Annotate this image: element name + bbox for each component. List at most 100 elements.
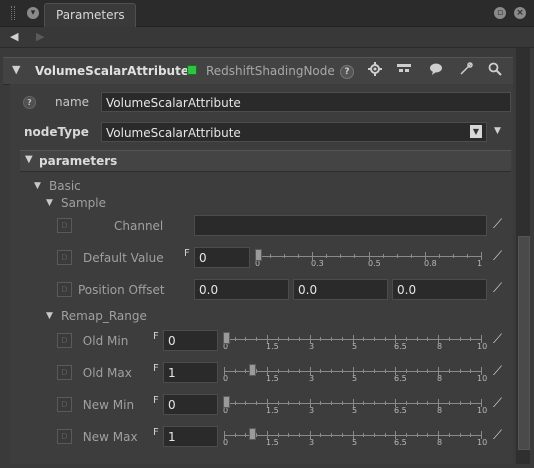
tab-label: Parameters bbox=[56, 8, 125, 22]
node-graph-icon[interactable] bbox=[395, 62, 413, 80]
parameters-section-header[interactable]: ▼ parameters bbox=[20, 150, 511, 172]
nodetype-menu-icon[interactable]: ▼ bbox=[494, 126, 501, 136]
default-value-slider-tick bbox=[284, 254, 285, 258]
old-max-slider-tick bbox=[342, 369, 343, 373]
new-min-slider-tick-label: 6.5 bbox=[394, 406, 407, 415]
new-min-slider-tick bbox=[470, 401, 471, 405]
old-max-link-icon[interactable]: ⟋ bbox=[493, 364, 502, 379]
new-max-link-icon[interactable]: ⟋ bbox=[493, 428, 502, 443]
dropdown-arrow-icon: ▼ bbox=[470, 125, 482, 138]
channel-driven-icon[interactable]: D bbox=[57, 218, 72, 233]
help-icon[interactable]: ? bbox=[340, 65, 354, 79]
node-header: ▼ VolumeScalarAttribute RedshiftShadingN… bbox=[3, 57, 513, 85]
panel-menu-icon[interactable]: ▾ bbox=[27, 7, 39, 19]
new-min-slider-tick bbox=[406, 401, 407, 405]
default-value-link-icon[interactable]: ⟋ bbox=[493, 249, 502, 264]
old-min-slider-handle[interactable] bbox=[223, 332, 230, 344]
collapse-node-icon[interactable]: ▼ bbox=[12, 63, 20, 76]
default-value-label: Default Value bbox=[83, 251, 164, 265]
position-offset-y-field[interactable]: 0.0 bbox=[293, 279, 388, 300]
name-field[interactable]: VolumeScalarAttribute bbox=[101, 92, 511, 112]
default-value-driven-icon[interactable]: D bbox=[57, 250, 72, 265]
old-max-driven-icon[interactable]: D bbox=[57, 365, 72, 380]
old-min-slider[interactable]: 0 1.5 3 5 6.5 8 10 bbox=[223, 331, 487, 353]
new-min-slider-tick bbox=[320, 401, 321, 405]
nodetype-dropdown[interactable]: VolumeScalarAttribute ▼ bbox=[101, 122, 487, 142]
new-max-key-icon[interactable]: F bbox=[153, 428, 159, 438]
new-min-driven-icon[interactable]: D bbox=[57, 397, 72, 412]
gear-icon[interactable] bbox=[366, 62, 384, 80]
new-max-slider[interactable]: 0 1.5 3 5 6.5 8 10 bbox=[223, 427, 487, 449]
search-icon[interactable] bbox=[486, 62, 504, 80]
default-value-slider-tick bbox=[270, 254, 271, 258]
float-panel-icon[interactable]: ▫ bbox=[494, 7, 506, 19]
sample-expand-icon[interactable]: ▼ bbox=[46, 198, 53, 208]
new-min-slider-tick bbox=[363, 401, 364, 405]
old-min-field[interactable]: 0 bbox=[163, 330, 218, 351]
new-max-slider-tick bbox=[406, 433, 407, 437]
position-offset-x-field[interactable]: 0.0 bbox=[194, 279, 289, 300]
name-help-icon[interactable]: ? bbox=[23, 96, 36, 109]
link-tool-icon[interactable] bbox=[457, 62, 475, 80]
new-min-slider-tick bbox=[342, 401, 343, 405]
old-max-slider-tick bbox=[278, 369, 279, 373]
name-label: name bbox=[55, 95, 90, 109]
parameters-section-title: parameters bbox=[39, 154, 118, 168]
old-max-key-icon[interactable]: F bbox=[153, 364, 159, 374]
panel-titlebar: ▾ Parameters ▫ × bbox=[0, 0, 534, 27]
default-value-slider[interactable]: 0 0.3 0.5 0.8 1 bbox=[255, 248, 482, 270]
position-offset-driven-icon[interactable]: D bbox=[57, 282, 72, 297]
new-min-field[interactable]: 0 bbox=[163, 394, 218, 415]
default-value-slider-tick bbox=[453, 254, 454, 258]
basic-expand-icon[interactable]: ▼ bbox=[34, 181, 41, 191]
scrollbar-thumb[interactable] bbox=[518, 236, 530, 450]
position-offset-link-icon[interactable]: ⟋ bbox=[493, 281, 502, 296]
default-value-slider-handle[interactable] bbox=[255, 249, 262, 261]
old-max-field[interactable]: 1 bbox=[163, 362, 218, 383]
old-max-slider-tick bbox=[406, 369, 407, 373]
new-max-slider-tick bbox=[460, 433, 461, 437]
old-min-slider-tick bbox=[245, 337, 246, 341]
node-title: VolumeScalarAttribute bbox=[35, 64, 189, 78]
new-max-field[interactable]: 1 bbox=[163, 426, 218, 447]
forward-arrow-icon[interactable]: ▶ bbox=[36, 30, 44, 43]
position-offset-z-field[interactable]: 0.0 bbox=[392, 279, 487, 300]
old-min-slider-tick-label: 6.5 bbox=[394, 342, 407, 351]
default-value-slider-tick-label: 0.8 bbox=[424, 259, 437, 268]
new-max-driven-icon[interactable]: D bbox=[57, 429, 72, 444]
new-min-slider-tick bbox=[385, 401, 386, 405]
old-max-slider-tick bbox=[363, 369, 364, 373]
old-max-slider-tick bbox=[385, 369, 386, 373]
new-min-slider-tick bbox=[245, 401, 246, 405]
new-min-slider[interactable]: 0 1.5 3 5 6.5 8 10 bbox=[223, 395, 487, 417]
old-min-slider-tick bbox=[449, 337, 450, 341]
new-max-slider-handle[interactable] bbox=[249, 428, 256, 440]
new-max-slider-tick bbox=[245, 433, 246, 437]
default-value-field[interactable]: 0 bbox=[194, 247, 250, 268]
new-min-slider-tick bbox=[278, 401, 279, 405]
new-min-link-icon[interactable]: ⟋ bbox=[493, 396, 502, 411]
position-offset-label: Position Offset bbox=[78, 283, 165, 297]
old-min-driven-icon[interactable]: D bbox=[57, 333, 72, 348]
new-min-slider-tick-label: 3 bbox=[309, 406, 315, 415]
back-arrow-icon[interactable]: ◀ bbox=[10, 30, 18, 43]
notes-icon[interactable] bbox=[427, 62, 445, 80]
default-value-key-icon[interactable]: F bbox=[184, 249, 190, 259]
drag-grip-icon[interactable] bbox=[11, 6, 15, 20]
close-panel-icon[interactable]: × bbox=[514, 7, 526, 19]
old-min-slider-tick bbox=[374, 337, 375, 341]
channel-link-icon[interactable]: ⟋ bbox=[493, 217, 502, 232]
old-max-slider[interactable]: 0 1.5 3 5 6.5 8 10 bbox=[223, 363, 487, 385]
old-min-link-icon[interactable]: ⟋ bbox=[493, 332, 502, 347]
tab-parameters[interactable]: Parameters bbox=[44, 3, 136, 27]
new-min-slider-handle[interactable] bbox=[223, 396, 230, 408]
new-max-slider-tick bbox=[417, 433, 418, 437]
old-min-key-icon[interactable]: F bbox=[153, 332, 159, 342]
old-max-slider-handle[interactable] bbox=[249, 364, 256, 376]
new-max-slider-tick bbox=[342, 433, 343, 437]
new-min-slider-tick-label: 1.5 bbox=[266, 406, 279, 415]
channel-field[interactable] bbox=[194, 215, 487, 236]
sample-section-title: Sample bbox=[61, 196, 106, 210]
new-min-key-icon[interactable]: F bbox=[153, 396, 159, 406]
remap-expand-icon[interactable]: ▼ bbox=[46, 311, 53, 321]
